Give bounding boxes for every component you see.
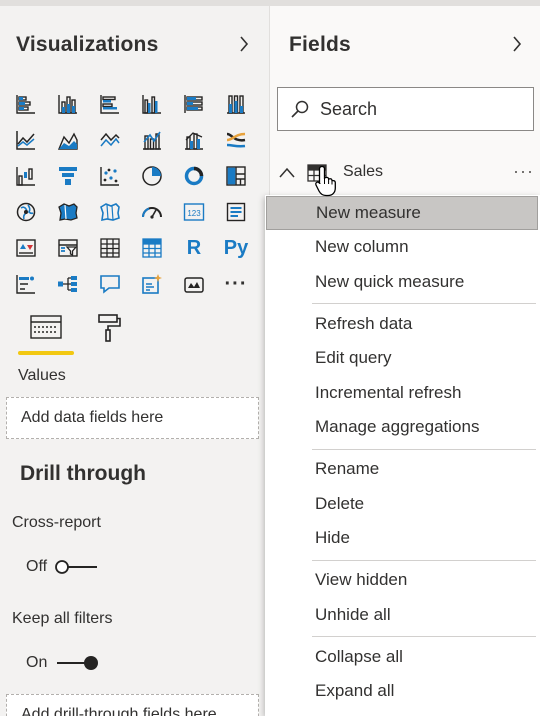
values-drop-zone[interactable]: Add data fields here	[6, 397, 259, 439]
drill-through-drop-zone[interactable]: Add drill-through fields here	[6, 694, 259, 716]
menu-item-new-column[interactable]: New column	[266, 230, 538, 264]
multi-row-card-icon[interactable]	[218, 194, 254, 230]
slicer-icon[interactable]	[50, 230, 86, 266]
menu-item-new-quick-measure[interactable]: New quick measure	[266, 265, 538, 299]
empty-cell	[260, 122, 269, 158]
search-icon	[291, 100, 309, 118]
toggle-on-icon	[57, 656, 99, 670]
menu-item-delete[interactable]: Delete	[266, 487, 538, 521]
decomposition-tree-icon[interactable]	[50, 266, 86, 302]
filled-map-icon[interactable]	[50, 194, 86, 230]
donut-chart-icon[interactable]	[176, 158, 212, 194]
ribbon-chart-icon[interactable]	[218, 122, 254, 158]
100-stacked-column-chart-icon[interactable]	[218, 86, 254, 122]
more-options-icon[interactable]: ···	[513, 161, 534, 182]
map-icon[interactable]	[8, 194, 44, 230]
fields-well-icon	[30, 315, 62, 339]
collapse-visualizations-chevron-icon[interactable]	[235, 30, 253, 58]
line-and-clustered-column-chart-icon[interactable]	[176, 122, 212, 158]
matrix-icon[interactable]	[134, 230, 170, 266]
cross-report-label: Cross-report	[12, 514, 101, 531]
keep-all-filters-label: Keep all filters	[12, 610, 113, 627]
waterfall-chart-icon[interactable]	[8, 158, 44, 194]
tab-fields-well[interactable]	[16, 308, 76, 358]
area-chart-icon[interactable]	[50, 122, 86, 158]
search-input[interactable]	[320, 98, 500, 120]
search-box[interactable]	[277, 87, 534, 131]
qa-icon[interactable]	[92, 266, 128, 302]
menu-separator	[312, 560, 536, 561]
paint-roller-icon	[98, 314, 121, 342]
menu-item-hide[interactable]: Hide	[266, 521, 538, 555]
keep-all-filters-state: On	[26, 654, 48, 671]
more-visuals-icon[interactable]: ···	[218, 266, 254, 302]
svg-text:123: 123	[187, 209, 201, 218]
keep-all-filters-toggle[interactable]: On	[26, 651, 101, 675]
menu-item-edit-query[interactable]: Edit query	[266, 341, 538, 375]
funnel-icon[interactable]	[50, 158, 86, 194]
menu-item-manage-aggregations[interactable]: Manage aggregations	[266, 410, 538, 444]
tab-format[interactable]	[78, 308, 138, 358]
menu-separator	[312, 636, 536, 637]
menu-item-expand-all[interactable]: Expand all	[266, 674, 538, 708]
stacked-area-chart-icon[interactable]	[92, 122, 128, 158]
shape-map-icon[interactable]	[92, 194, 128, 230]
kpi-icon[interactable]	[8, 230, 44, 266]
hand-cursor-icon	[315, 165, 336, 197]
visualizations-title: Visualizations	[16, 33, 159, 56]
menu-item-incremental-refresh[interactable]: Incremental refresh	[266, 376, 538, 410]
fields-title: Fields	[289, 33, 351, 56]
clustered-column-chart-icon[interactable]	[134, 86, 170, 122]
chevron-up-icon[interactable]	[278, 164, 296, 182]
menu-separator	[312, 303, 536, 304]
menu-item-collapse-all[interactable]: Collapse all	[266, 640, 538, 674]
table-context-menu: New measure New column New quick measure…	[265, 195, 540, 716]
line-chart-icon[interactable]	[8, 122, 44, 158]
r-script-visual-icon[interactable]: R	[176, 230, 212, 266]
python-visual-icon[interactable]: Py	[218, 230, 254, 266]
empty-cell	[260, 86, 269, 122]
menu-item-view-hidden[interactable]: View hidden	[266, 563, 538, 597]
key-influencers-icon[interactable]	[8, 266, 44, 302]
cross-report-state: Off	[26, 558, 48, 575]
field-table-row[interactable]: Sales ···	[270, 155, 540, 191]
menu-item-unhide-all[interactable]: Unhide all	[266, 598, 538, 632]
menu-item-new-measure[interactable]: New measure	[266, 196, 538, 230]
treemap-icon[interactable]	[218, 158, 254, 194]
drill-through-title: Drill through	[20, 462, 146, 485]
stacked-column-chart-icon[interactable]	[50, 86, 86, 122]
toggle-off-icon	[55, 560, 98, 574]
visualization-pane-tabs	[16, 308, 126, 358]
menu-item-rename[interactable]: Rename	[266, 452, 538, 486]
visualizations-pane: Visualizations 123 R Py ··· Values Add d…	[0, 0, 269, 716]
table-icon[interactable]	[92, 230, 128, 266]
line-and-stacked-column-chart-icon[interactable]	[134, 122, 170, 158]
menu-separator	[312, 449, 536, 450]
100-stacked-bar-chart-icon[interactable]	[176, 86, 212, 122]
gauge-icon[interactable]	[134, 194, 170, 230]
stacked-bar-chart-icon[interactable]	[8, 86, 44, 122]
paginated-report-icon[interactable]	[176, 266, 212, 302]
clustered-bar-chart-icon[interactable]	[92, 86, 128, 122]
card-icon[interactable]: 123	[176, 194, 212, 230]
table-name-sales: Sales	[343, 163, 384, 180]
empty-cell	[260, 158, 269, 194]
cross-report-toggle[interactable]: Off	[26, 555, 101, 579]
scatter-chart-icon[interactable]	[92, 158, 128, 194]
values-label: Values	[18, 367, 66, 384]
collapse-fields-chevron-icon[interactable]	[508, 30, 526, 58]
visual-gallery: 123 R Py ···	[8, 86, 269, 302]
menu-item-refresh-data[interactable]: Refresh data	[266, 307, 538, 341]
smart-narrative-icon[interactable]	[134, 266, 170, 302]
pie-chart-icon[interactable]	[134, 158, 170, 194]
